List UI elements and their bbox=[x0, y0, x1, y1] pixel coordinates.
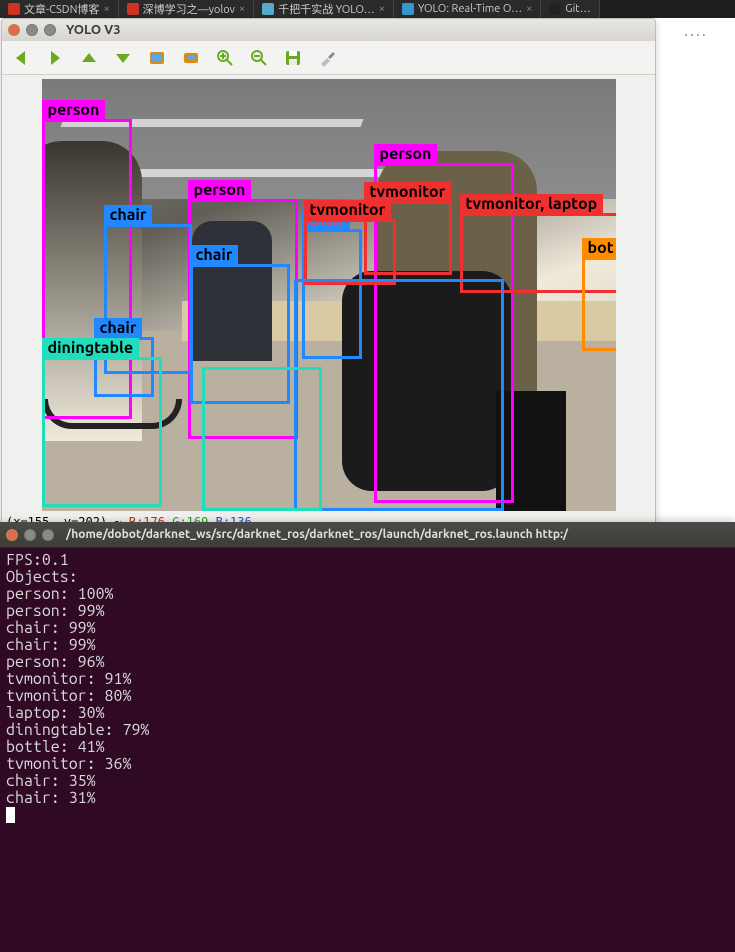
detection-label: bot bbox=[582, 238, 616, 258]
favicon-icon bbox=[262, 3, 274, 15]
terminal-line: chair: 99% bbox=[6, 620, 729, 637]
terminal-line: bottle: 41% bbox=[6, 739, 729, 756]
terminal-line: chair: 99% bbox=[6, 637, 729, 654]
close-icon[interactable]: × bbox=[239, 3, 245, 15]
detection-label: chair bbox=[190, 245, 239, 265]
terminal-output[interactable]: FPS:0.1Objects:person: 100%person: 99%ch… bbox=[0, 548, 735, 831]
terminal-line: tvmonitor: 36% bbox=[6, 756, 729, 773]
favicon-icon bbox=[549, 3, 561, 15]
detection-label: chair bbox=[94, 318, 143, 338]
terminal-line: tvmonitor: 80% bbox=[6, 688, 729, 705]
terminal-line: diningtable: 79% bbox=[6, 722, 729, 739]
detection-label: person bbox=[188, 180, 252, 200]
browser-tab[interactable]: Git… bbox=[541, 0, 599, 18]
terminal-line: tvmonitor: 91% bbox=[6, 671, 729, 688]
detection-label: chair bbox=[104, 205, 153, 225]
detection-bbox: bot bbox=[582, 257, 616, 351]
terminal-line: laptop: 30% bbox=[6, 705, 729, 722]
home-icon[interactable] bbox=[146, 47, 168, 69]
detection-bbox bbox=[294, 279, 504, 511]
terminal-line: person: 96% bbox=[6, 654, 729, 671]
detection-label: person bbox=[42, 100, 106, 120]
down-arrow-icon[interactable] bbox=[112, 47, 134, 69]
close-icon[interactable]: × bbox=[526, 3, 532, 15]
detection-bbox: diningtable bbox=[42, 357, 162, 507]
terminal-title: /home/dobot/darknet_ws/src/darknet_ros/d… bbox=[66, 528, 729, 541]
tab-label: Git… bbox=[565, 3, 590, 15]
save-icon[interactable] bbox=[282, 47, 304, 69]
window-minimize-icon[interactable] bbox=[26, 24, 38, 36]
terminal-line: chair: 31% bbox=[6, 790, 729, 807]
zoom-in-icon[interactable] bbox=[214, 47, 236, 69]
terminal-line: person: 100% bbox=[6, 586, 729, 603]
brush-icon[interactable] bbox=[316, 47, 338, 69]
up-arrow-icon[interactable] bbox=[78, 47, 100, 69]
favicon-icon bbox=[402, 3, 414, 15]
detection-label: tvmonitor, laptop bbox=[460, 194, 604, 214]
browser-tabstrip: 文章-CSDN博客 × 深博学习之—yolov × 千把千实战 YOLO… × … bbox=[0, 0, 735, 18]
image-viewport: personpersonpersonchairchairchairchairdi… bbox=[2, 75, 655, 515]
back-arrow-icon[interactable] bbox=[10, 47, 32, 69]
yolo-window: YOLO V3 bbox=[1, 18, 656, 548]
zoom-out-icon[interactable] bbox=[248, 47, 270, 69]
tab-label: 文章-CSDN博客 bbox=[24, 1, 99, 17]
terminal-window: /home/dobot/darknet_ws/src/darknet_ros/d… bbox=[0, 522, 735, 952]
fit-icon[interactable] bbox=[180, 47, 202, 69]
close-icon[interactable]: × bbox=[379, 3, 385, 15]
favicon-icon bbox=[8, 3, 20, 15]
detection-bbox bbox=[202, 367, 322, 511]
browser-tab[interactable]: YOLO: Real-Time O… × bbox=[394, 0, 541, 18]
tab-label: YOLO: Real-Time O… bbox=[418, 3, 522, 15]
browser-tab[interactable]: 文章-CSDN博客 × bbox=[0, 0, 119, 18]
terminal-line: FPS:0.1 bbox=[6, 552, 729, 569]
terminal-line: chair: 35% bbox=[6, 773, 729, 790]
detection-label: diningtable bbox=[42, 338, 140, 358]
detection-label: tvmonitor bbox=[364, 182, 452, 202]
browser-tab[interactable]: 深博学习之—yolov × bbox=[119, 0, 255, 18]
detection-label: tvmonitor bbox=[304, 200, 392, 220]
window-close-icon[interactable] bbox=[6, 529, 18, 541]
window-title: YOLO V3 bbox=[66, 23, 121, 37]
terminal-line: Objects: bbox=[6, 569, 729, 586]
terminal-line: person: 99% bbox=[6, 603, 729, 620]
window-close-icon[interactable] bbox=[8, 24, 20, 36]
detection-label: person bbox=[374, 144, 438, 164]
window-maximize-icon[interactable] bbox=[42, 529, 54, 541]
window-titlebar[interactable]: YOLO V3 bbox=[2, 19, 655, 41]
window-maximize-icon[interactable] bbox=[44, 24, 56, 36]
terminal-cursor bbox=[6, 807, 15, 823]
favicon-icon bbox=[127, 3, 139, 15]
close-icon[interactable]: × bbox=[103, 3, 109, 15]
browser-tab[interactable]: 千把千实战 YOLO… × bbox=[254, 0, 394, 18]
tab-overflow-icon[interactable]: ···· bbox=[657, 18, 735, 52]
tab-label: 千把千实战 YOLO… bbox=[278, 1, 375, 17]
yolo-toolbar bbox=[2, 41, 655, 75]
window-minimize-icon[interactable] bbox=[24, 529, 36, 541]
terminal-titlebar[interactable]: /home/dobot/darknet_ws/src/darknet_ros/d… bbox=[0, 522, 735, 548]
detection-bbox: tvmonitor bbox=[304, 219, 396, 285]
forward-arrow-icon[interactable] bbox=[44, 47, 66, 69]
tab-label: 深博学习之—yolov bbox=[143, 1, 235, 17]
detection-image[interactable]: personpersonpersonchairchairchairchairdi… bbox=[42, 79, 616, 511]
